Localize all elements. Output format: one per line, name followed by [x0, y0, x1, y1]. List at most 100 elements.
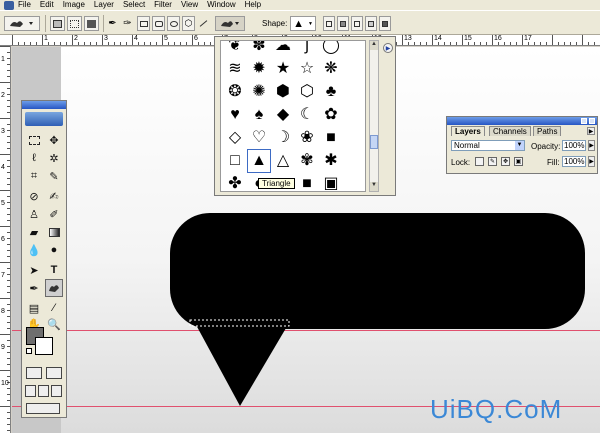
splat-icon[interactable]: ✾ [296, 150, 318, 172]
type-tool[interactable]: T [45, 261, 63, 279]
brush-tool[interactable]: ✍ [45, 187, 63, 205]
menu-file[interactable]: File [18, 0, 31, 10]
asterisk-icon[interactable]: ✱ [320, 150, 342, 172]
line-tool-button[interactable] [197, 16, 210, 31]
polygon-tool-button[interactable]: ⬡ [182, 16, 195, 31]
swirl-icon[interactable]: ʃ [296, 41, 318, 57]
diamond-icon[interactable]: ◆ [272, 104, 294, 126]
gradient-tool[interactable] [45, 223, 63, 241]
tab-paths[interactable]: Paths [533, 126, 562, 136]
paths-button[interactable] [67, 16, 82, 31]
menu-filter[interactable]: Filter [154, 0, 172, 10]
cloud-icon[interactable]: ☁ [272, 41, 294, 57]
square-icon[interactable]: ■ [320, 127, 342, 149]
scroll-thumb[interactable] [370, 135, 378, 149]
close-icon[interactable] [589, 118, 595, 124]
guide-line[interactable] [12, 330, 600, 331]
minimize-icon[interactable] [581, 118, 587, 124]
flower-icon[interactable]: ✿ [320, 104, 342, 126]
picker-menu-button[interactable]: ▶ [383, 43, 393, 53]
fill-pixels-button[interactable] [84, 16, 99, 31]
flower-outline-2-icon[interactable]: ✤ [224, 173, 246, 192]
heart-outline-icon[interactable]: ♡ [248, 127, 270, 149]
scroll-up-icon[interactable]: ▲ [370, 41, 378, 50]
tool-preset-picker[interactable] [4, 16, 40, 31]
lock-image-pixels-checkbox[interactable]: ✎ [488, 157, 497, 166]
custom-shape-tool[interactable] [45, 279, 63, 297]
healing-brush-tool[interactable]: ⊘ [25, 187, 43, 205]
zoom-tool[interactable]: 🔍 [45, 315, 63, 333]
menu-view[interactable]: View [181, 0, 198, 10]
pen-tool-button[interactable]: ✒ [106, 16, 119, 31]
background-color-swatch[interactable] [35, 337, 53, 355]
crop-tool[interactable]: ⌗ [25, 167, 43, 185]
menu-edit[interactable]: Edit [40, 0, 54, 10]
seal-icon[interactable]: ✺ [248, 81, 270, 103]
quick-mask-button[interactable] [46, 367, 62, 379]
subtract-shape-area-button[interactable] [351, 16, 363, 31]
opacity-slider-button[interactable]: ▶ [588, 140, 595, 151]
star-outline-icon[interactable]: ☆ [296, 58, 318, 80]
tools-palette-titlebar[interactable] [22, 101, 66, 109]
dodge-tool[interactable]: ● [45, 241, 63, 259]
triangle-icon[interactable]: ▲ [247, 149, 271, 173]
default-colors-icon[interactable] [26, 348, 32, 354]
paw-icon[interactable]: ✽ [248, 41, 270, 57]
square-outline-2-icon[interactable]: ▣ [320, 173, 342, 192]
standard-mode-button[interactable] [26, 367, 42, 379]
blend-mode-select[interactable]: Normal ▼ [451, 140, 525, 151]
hexagon-icon[interactable]: ⬢ [272, 81, 294, 103]
fill-input[interactable]: 100% [562, 156, 586, 167]
scroll-down-icon[interactable]: ▼ [370, 182, 378, 191]
eraser-tool[interactable]: ▰ [25, 223, 43, 241]
full-screen-menu-mode-button[interactable] [38, 385, 49, 397]
frame-icon[interactable]: ◯ [320, 41, 342, 57]
triangle-outline-icon[interactable]: △ [272, 150, 294, 172]
pen-tool[interactable]: ✒ [25, 279, 43, 297]
slice-tool[interactable]: ✎ [45, 167, 63, 185]
ellipse-tool-button[interactable] [167, 16, 180, 31]
rectangle-tool-button[interactable] [137, 16, 150, 31]
add-to-shape-area-button[interactable] [337, 16, 349, 31]
lock-position-checkbox[interactable]: ✥ [501, 157, 510, 166]
moon-outline-icon[interactable]: ☽ [272, 127, 294, 149]
shape-layers-button[interactable] [50, 16, 65, 31]
star-icon[interactable]: ★ [272, 58, 294, 80]
marquee-tool[interactable] [25, 131, 43, 149]
shape-picker-dropdown[interactable]: ▲ ▼ [290, 16, 316, 31]
rounded-rectangle-shape[interactable] [170, 213, 585, 329]
menu-window[interactable]: Window [207, 0, 235, 10]
magic-wand-tool[interactable]: ✲ [45, 149, 63, 167]
grass-icon[interactable]: ≋ [224, 58, 246, 80]
square-outline-icon[interactable]: □ [224, 150, 246, 172]
menu-select[interactable]: Select [123, 0, 145, 10]
layers-palette-titlebar[interactable] [447, 117, 597, 125]
lock-all-checkbox[interactable]: ▣ [514, 157, 523, 166]
rounded-rectangle-tool-button[interactable] [152, 16, 165, 31]
standard-screen-mode-button[interactable] [25, 385, 36, 397]
fill-slider-button[interactable]: ▶ [588, 156, 595, 167]
heart-icon[interactable]: ♥ [224, 104, 246, 126]
exclude-shape-areas-button[interactable] [379, 16, 391, 31]
clone-stamp-tool[interactable]: ♙ [25, 205, 43, 223]
menu-image[interactable]: Image [63, 0, 85, 10]
adobe-logo-icon[interactable] [25, 112, 63, 126]
leaf-icon[interactable]: ❦ [224, 41, 246, 57]
tab-layers[interactable]: Layers [451, 126, 485, 136]
intersect-shape-areas-button[interactable] [365, 16, 377, 31]
move-tool[interactable]: ✥ [45, 131, 63, 149]
menu-help[interactable]: Help [245, 0, 261, 10]
shape-picker-scrollbar[interactable]: ▲ ▼ [369, 40, 379, 192]
blur-tool[interactable]: 💧 [25, 241, 43, 259]
square-2-icon[interactable]: ■ [296, 173, 318, 192]
jump-to-imageready-button[interactable] [26, 403, 60, 414]
club-icon[interactable]: ♣ [320, 81, 342, 103]
palette-menu-button[interactable]: ▶ [587, 127, 595, 135]
circle-badge-icon[interactable]: ❂ [224, 81, 246, 103]
diamond-outline-icon[interactable]: ◇ [224, 127, 246, 149]
hexagon-outline-icon[interactable]: ⬡ [296, 81, 318, 103]
flower-outline-icon[interactable]: ❀ [296, 127, 318, 149]
lasso-tool[interactable]: ℓ [25, 149, 43, 167]
freeform-pen-button[interactable]: ✑ [121, 16, 134, 31]
moon-icon[interactable]: ☾ [296, 104, 318, 126]
